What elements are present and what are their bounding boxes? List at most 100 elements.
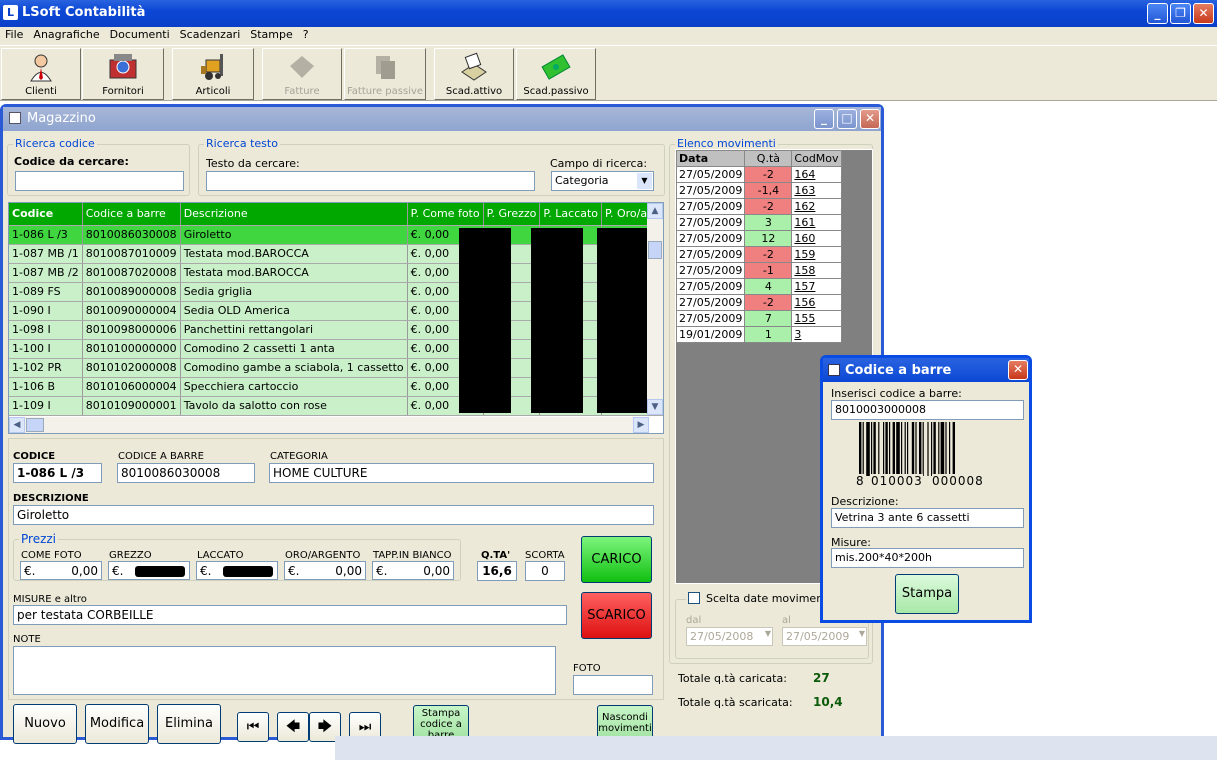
table-cell[interactable]: Giroletto [180, 225, 408, 245]
table-cell[interactable]: Testata mod.BAROCCA [180, 244, 408, 264]
al-date-picker[interactable]: 27/05/2009 ▼ [782, 627, 867, 646]
table-cell[interactable]: 8010109000001 [82, 396, 181, 416]
magazzino-minimize-button[interactable]: _ [814, 109, 834, 129]
minimize-button[interactable]: _ [1147, 3, 1168, 24]
movimento-codmov-link[interactable]: 155 [791, 310, 842, 327]
col-grezzo[interactable]: P. Grezzo [483, 203, 541, 226]
dialog-close-button[interactable]: ✕ [1008, 360, 1028, 380]
magazzino-maximize-button[interactable]: □ [837, 109, 857, 129]
first-record-icon[interactable]: ⏮ [237, 712, 269, 742]
col-come-foto[interactable]: P. Come foto [407, 203, 484, 226]
movimento-codmov-link[interactable]: 156 [791, 294, 842, 311]
toolbar-clienti-button[interactable]: Clienti [1, 48, 81, 100]
movimento-codmov-link[interactable]: 160 [791, 230, 842, 247]
toolbar-fornitori-button[interactable]: Fornitori [82, 48, 164, 100]
table-cell[interactable]: 8010089000008 [82, 282, 181, 302]
table-cell[interactable]: 8010102000008 [82, 358, 181, 378]
table-cell[interactable]: 1-086 L /3 [9, 225, 83, 245]
movimento-row[interactable]: 27/05/2009 -2 162 [675, 198, 842, 215]
col-codice-barre[interactable]: Codice a barre [82, 203, 181, 226]
table-cell[interactable]: 1-102 PR [9, 358, 83, 378]
table-cell[interactable]: 1-089 FS [9, 282, 83, 302]
col-codice[interactable]: Codice [9, 203, 83, 226]
movimento-codmov-link[interactable]: 158 [791, 262, 842, 279]
table-cell[interactable]: 1-090 I [9, 301, 83, 321]
col-descrizione[interactable]: Descrizione [180, 203, 408, 226]
movimento-codmov-link[interactable]: 157 [791, 278, 842, 295]
grezzo-field[interactable]: €. [108, 561, 190, 580]
movimento-codmov-link[interactable]: 164 [791, 166, 842, 183]
table-cell[interactable]: 1-098 I [9, 320, 83, 340]
scroll-up-icon[interactable]: ▲ [647, 203, 663, 219]
come-foto-field[interactable]: €. 0,00 [20, 561, 102, 580]
stampa-button[interactable]: Stampa [895, 574, 959, 614]
scroll-thumb[interactable] [648, 241, 662, 259]
nuovo-button[interactable]: Nuovo [13, 704, 77, 744]
barcode-input[interactable]: 8010003000008 [831, 400, 1024, 420]
grid-horizontal-scrollbar[interactable]: ◀ ▶ [9, 417, 649, 433]
movimento-codmov-link[interactable]: 162 [791, 198, 842, 215]
toolbar-fatture-passive-button[interactable]: Fatture passive [344, 48, 426, 100]
dialog-desc-input[interactable]: Vetrina 3 ante 6 cassetti [831, 508, 1024, 528]
descrizione-field[interactable]: Giroletto [13, 505, 654, 525]
movimento-codmov-link[interactable]: 163 [791, 182, 842, 199]
elimina-button[interactable]: Elimina [157, 704, 221, 744]
toolbar-articoli-button[interactable]: Articoli [172, 48, 254, 100]
menu-help[interactable]: ? [298, 27, 314, 41]
scarico-button[interactable]: SCARICO [581, 592, 652, 639]
movimento-row[interactable]: 27/05/2009 -1,4 163 [675, 182, 842, 199]
movimento-row[interactable]: 27/05/2009 -1 158 [675, 262, 842, 279]
table-cell[interactable]: 1-100 I [9, 339, 83, 359]
table-cell[interactable]: 8010086030008 [82, 225, 181, 245]
prev-record-icon[interactable]: 🡄 [277, 712, 309, 742]
table-cell[interactable]: 8010087020008 [82, 263, 181, 283]
table-cell[interactable]: Comodino gambe a sciabola, 1 cassetto [180, 358, 408, 378]
table-cell[interactable]: 8010090000004 [82, 301, 181, 321]
table-cell[interactable]: 1-087 MB /2 [9, 263, 83, 283]
testo-search-input[interactable] [206, 171, 535, 191]
codice-search-input[interactable] [15, 171, 184, 191]
carico-button[interactable]: CARICO [581, 536, 652, 583]
modifica-button[interactable]: Modifica [85, 704, 149, 744]
movimento-row[interactable]: 27/05/2009 -2 156 [675, 294, 842, 311]
misure-field[interactable]: per testata CORBEILLE [13, 605, 567, 625]
scroll-down-icon[interactable]: ▼ [647, 399, 663, 415]
movimento-row[interactable]: 27/05/2009 -2 164 [675, 166, 842, 183]
movimento-row[interactable]: 27/05/2009 7 155 [675, 310, 842, 327]
movimento-row[interactable]: 27/05/2009 3 161 [675, 214, 842, 231]
chevron-down-icon[interactable]: ▼ [637, 173, 652, 189]
toolbar-scad-attivo-button[interactable]: Scad.attivo [434, 48, 514, 100]
movimento-row[interactable]: 19/01/2009 1 3 [675, 326, 842, 343]
table-cell[interactable]: 8010106000004 [82, 377, 181, 397]
foto-field[interactable] [573, 675, 653, 695]
movimento-codmov-link[interactable]: 159 [791, 246, 842, 263]
movimento-row[interactable]: 27/05/2009 -2 159 [675, 246, 842, 263]
col-codmov[interactable]: CodMov [791, 150, 842, 167]
campo-ricerca-select[interactable]: Categoria ▼ [551, 171, 654, 191]
col-qta[interactable]: Q.tà [744, 150, 793, 167]
scroll-thumb[interactable] [26, 418, 44, 432]
maximize-button[interactable]: ❐ [1170, 3, 1191, 24]
tapp-bianco-field[interactable]: €. 0,00 [372, 561, 454, 580]
categoria-field[interactable]: HOME CULTURE [269, 463, 654, 483]
movimento-row[interactable]: 27/05/2009 4 157 [675, 278, 842, 295]
table-cell[interactable]: Comodino 2 cassetti 1 anta [180, 339, 408, 359]
table-cell[interactable]: 8010100000000 [82, 339, 181, 359]
table-cell[interactable]: Testata mod.BAROCCA [180, 263, 408, 283]
dialog-misure-input[interactable]: mis.200*40*200h [831, 548, 1024, 568]
col-laccato[interactable]: P. Laccato [539, 203, 603, 226]
table-cell[interactable]: 8010087010009 [82, 244, 181, 264]
menu-documenti[interactable]: Documenti [105, 27, 175, 41]
scroll-left-icon[interactable]: ◀ [9, 417, 25, 433]
table-cell[interactable]: Specchiera cartoccio [180, 377, 408, 397]
table-cell[interactable]: Sedia griglia [180, 282, 408, 302]
menu-stampe[interactable]: Stampe [245, 27, 298, 41]
col-data[interactable]: Data [675, 150, 746, 167]
table-cell[interactable]: 8010098000006 [82, 320, 181, 340]
toolbar-scad-passivo-button[interactable]: Scad.passivo [516, 48, 596, 100]
table-cell[interactable]: 1-106 B [9, 377, 83, 397]
dal-date-picker[interactable]: 27/05/2008 ▼ [686, 627, 773, 646]
toolbar-fatture-button[interactable]: Fatture [262, 48, 342, 100]
oro-argento-field[interactable]: €. 0,00 [284, 561, 366, 580]
movimento-row[interactable]: 27/05/2009 12 160 [675, 230, 842, 247]
